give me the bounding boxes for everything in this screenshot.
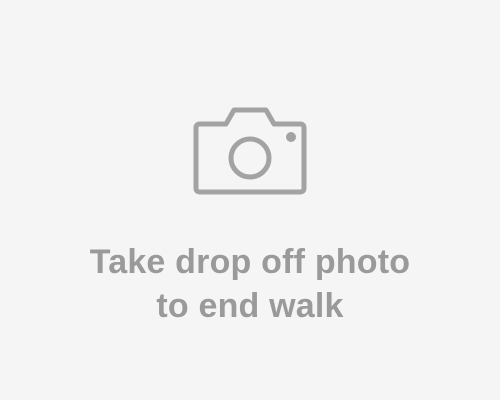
prompt-line-1: Take drop off photo: [89, 243, 411, 281]
prompt-line-2: to end walk: [156, 287, 344, 325]
drop-off-photo-prompt: Take drop off photo to end walk: [0, 240, 500, 328]
photo-capture-area[interactable]: Take drop off photo to end walk: [0, 0, 500, 400]
camera-icon: [192, 102, 308, 196]
